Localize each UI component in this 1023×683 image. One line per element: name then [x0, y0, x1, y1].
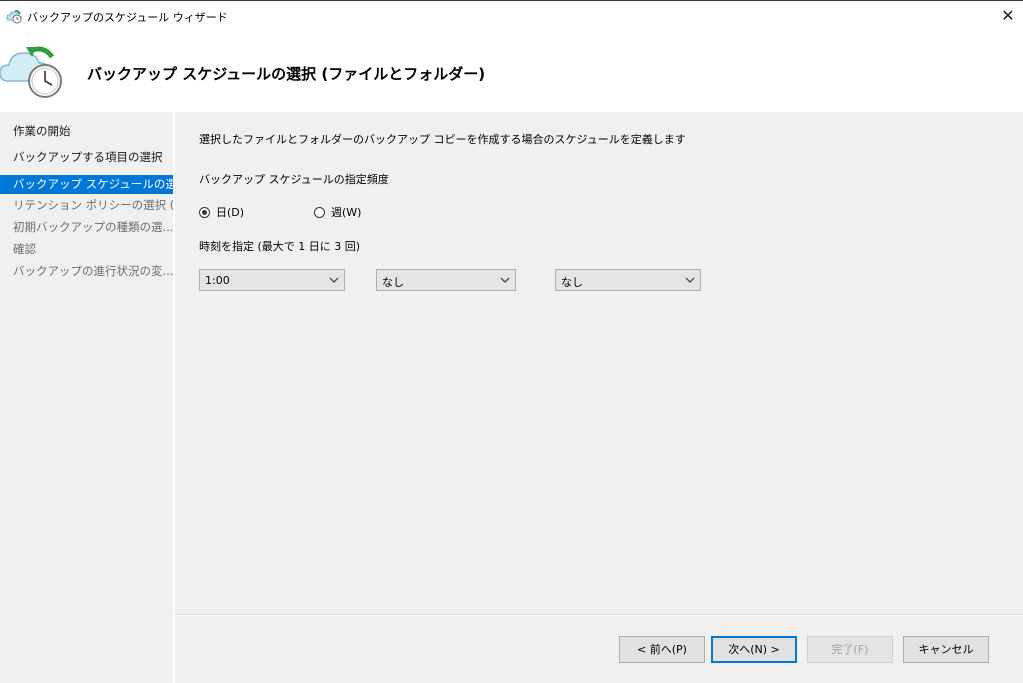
step-backup-progress: バックアップの進行状況の変... — [13, 264, 173, 278]
time-select-1-value: 1:00 — [205, 274, 230, 287]
time-select-1[interactable]: 1:00 — [199, 269, 345, 291]
window-title: バックアップのスケジュール ウィザード — [27, 11, 228, 24]
radio-daily[interactable]: 日(D) — [199, 205, 244, 219]
step-retention-policy: リテンション ポリシーの選択 (... — [13, 198, 173, 212]
close-button[interactable]: ✕ — [993, 1, 1023, 31]
step-confirmation: 確認 — [13, 242, 36, 256]
cancel-button[interactable]: キャンセル — [903, 636, 989, 663]
step-select-schedule[interactable]: バックアップ スケジュールの選... — [0, 175, 173, 194]
chevron-down-icon — [500, 277, 510, 283]
backup-app-icon — [6, 10, 22, 24]
step-select-items[interactable]: バックアップする項目の選択 — [0, 148, 173, 167]
next-button[interactable]: 次へ(N) > — [711, 636, 797, 663]
title-bar[interactable]: バックアップのスケジュール ウィザード ✕ — [0, 1, 1023, 31]
chevron-down-icon — [329, 277, 339, 283]
wizard-header: バックアップ スケジュールの選択 (ファイルとフォルダー) — [0, 31, 1023, 112]
radio-daily-label: 日(D) — [216, 206, 245, 219]
page-description: 選択したファイルとフォルダーのバックアップ コピーを作成する場合のスケジュールを… — [199, 133, 686, 146]
wizard-content: 選択したファイルとフォルダーのバックアップ コピーを作成する場合のスケジュールを… — [175, 112, 1023, 614]
time-select-2-value: なし — [382, 276, 404, 289]
time-select-3[interactable]: なし — [555, 269, 701, 291]
page-title: バックアップ スケジュールの選択 (ファイルとフォルダー) — [87, 65, 486, 83]
radio-weekly[interactable]: 週(W) — [314, 205, 361, 219]
footer-divider-highlight — [175, 615, 1023, 616]
time-select-3-value: なし — [561, 276, 583, 289]
time-select-2[interactable]: なし — [376, 269, 516, 291]
step-getting-started[interactable]: 作業の開始 — [0, 122, 173, 141]
wizard-steps-sidebar: 作業の開始 バックアップする項目の選択 バックアップ スケジュールの選... リ… — [0, 112, 173, 683]
backup-clock-icon — [0, 46, 62, 98]
radio-daily-indicator[interactable] — [199, 206, 210, 218]
previous-button[interactable]: < 前へ(P) — [619, 636, 705, 663]
frequency-label: バックアップ スケジュールの指定頻度 — [199, 173, 389, 186]
step-initial-backup-type: 初期バックアップの種類の選... — [13, 220, 173, 234]
finish-button: 完了(F) — [807, 636, 893, 663]
radio-weekly-label: 週(W) — [331, 206, 362, 219]
chevron-down-icon — [685, 277, 695, 283]
radio-weekly-indicator[interactable] — [314, 206, 325, 218]
times-label: 時刻を指定 (最大で 1 日に 3 回) — [199, 240, 361, 253]
